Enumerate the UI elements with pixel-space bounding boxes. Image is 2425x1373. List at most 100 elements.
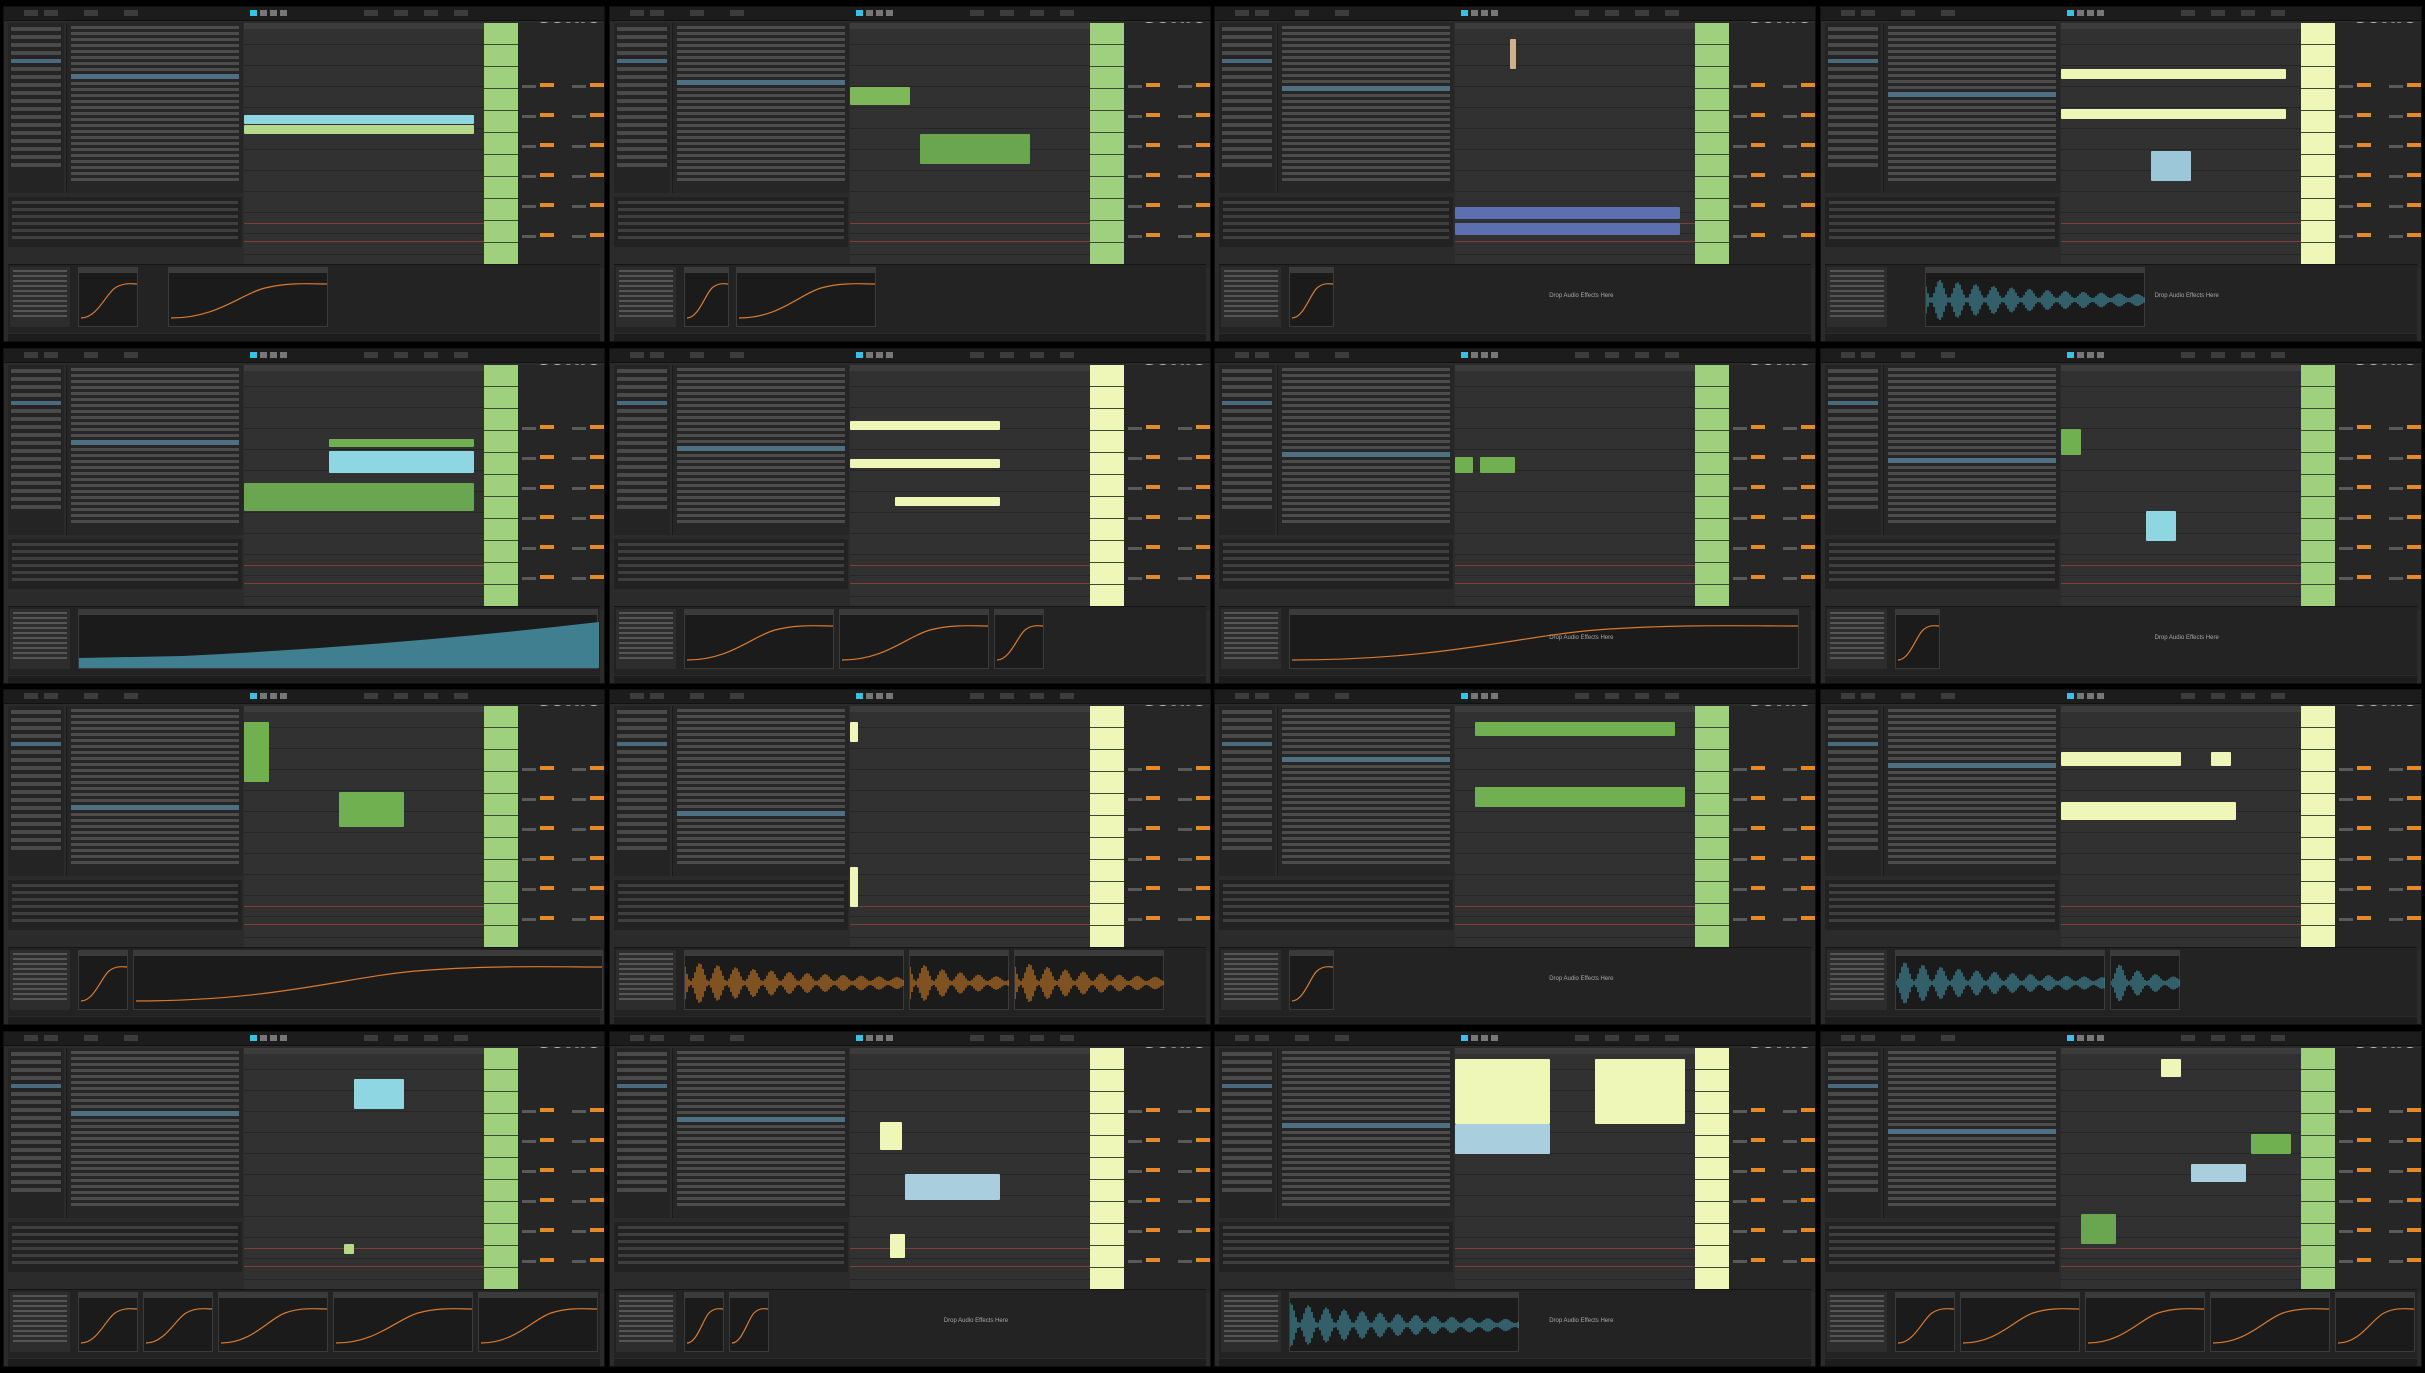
- play-button[interactable]: [250, 9, 258, 16]
- transport-controls[interactable]: [250, 693, 288, 700]
- pan-field[interactable]: [572, 84, 587, 88]
- places-item[interactable]: [1827, 42, 1878, 47]
- browser-places[interactable]: [1824, 1048, 1881, 1219]
- browser-item[interactable]: [676, 507, 845, 511]
- browser-item[interactable]: [1887, 73, 2056, 77]
- volume-field[interactable]: [590, 454, 605, 459]
- browser-item[interactable]: [71, 775, 240, 779]
- browser-item[interactable]: [71, 813, 240, 817]
- device-panel[interactable]: [1289, 950, 1335, 1011]
- browser-item[interactable]: [1282, 141, 1451, 145]
- browser-places[interactable]: [1219, 364, 1276, 535]
- places-item[interactable]: [616, 424, 667, 429]
- pan-field[interactable]: [522, 1170, 537, 1174]
- browser-item[interactable]: [676, 445, 845, 451]
- places-item[interactable]: [1827, 392, 1878, 397]
- toolbar-button[interactable]: [364, 693, 379, 700]
- places-item[interactable]: [1222, 448, 1273, 453]
- browser-item[interactable]: [1887, 111, 2056, 115]
- browser-item[interactable]: [1282, 427, 1451, 431]
- browser-item[interactable]: [1282, 1137, 1451, 1141]
- browser-item[interactable]: [1282, 1063, 1451, 1067]
- browser-item[interactable]: [1887, 709, 2056, 713]
- volume-field[interactable]: [1195, 1228, 1210, 1233]
- browser-places[interactable]: [613, 706, 670, 877]
- play-button[interactable]: [1461, 693, 1469, 700]
- pan-field[interactable]: [1177, 798, 1192, 802]
- volume-field[interactable]: [1801, 1258, 1816, 1263]
- track-headers[interactable]: [1695, 364, 1730, 610]
- pan-field[interactable]: [1127, 798, 1142, 802]
- toolbar-button[interactable]: [1860, 693, 1875, 700]
- browser-item[interactable]: [676, 1155, 845, 1159]
- clip[interactable]: [849, 458, 1000, 468]
- places-item[interactable]: [11, 34, 62, 39]
- pan-field[interactable]: [1733, 798, 1748, 802]
- browser-item[interactable]: [676, 397, 845, 401]
- toolbar-button[interactable]: [124, 9, 139, 16]
- toolbar-button[interactable]: [649, 1035, 664, 1042]
- pan-field[interactable]: [1783, 828, 1798, 832]
- arrangement-view[interactable]: [1455, 1048, 1696, 1294]
- toolbar-button[interactable]: [629, 693, 644, 700]
- record-button[interactable]: [1481, 693, 1489, 700]
- places-item[interactable]: [1222, 758, 1273, 763]
- record-button[interactable]: [875, 9, 883, 16]
- browser-item[interactable]: [676, 793, 845, 797]
- browser-item[interactable]: [1887, 409, 2056, 413]
- volume-field[interactable]: [1195, 916, 1210, 921]
- clip[interactable]: [344, 1244, 355, 1255]
- volume-field[interactable]: [1751, 454, 1766, 459]
- places-item[interactable]: [11, 1172, 62, 1177]
- places-item[interactable]: [616, 742, 667, 747]
- pan-field[interactable]: [2388, 426, 2403, 430]
- pan-field[interactable]: [522, 114, 537, 118]
- places-item[interactable]: [1222, 384, 1273, 389]
- browser-item[interactable]: [1887, 1117, 2056, 1121]
- pan-field[interactable]: [1177, 234, 1192, 238]
- volume-field[interactable]: [2356, 424, 2371, 429]
- pan-field[interactable]: [1177, 1200, 1192, 1204]
- toolbar-button[interactable]: [454, 693, 469, 700]
- places-item[interactable]: [1222, 472, 1273, 477]
- browser-item[interactable]: [1282, 49, 1451, 53]
- browser-item[interactable]: [1887, 837, 2056, 841]
- browser-item[interactable]: [1887, 1197, 2056, 1201]
- volume-field[interactable]: [2406, 1198, 2421, 1203]
- volume-field[interactable]: [1145, 886, 1160, 891]
- volume-field[interactable]: [1751, 172, 1766, 177]
- places-item[interactable]: [1222, 408, 1273, 413]
- volume-field[interactable]: [2356, 232, 2371, 237]
- browser-item[interactable]: [676, 439, 845, 443]
- volume-field[interactable]: [1801, 796, 1816, 801]
- places-item[interactable]: [1222, 1092, 1273, 1097]
- places-item[interactable]: [1827, 130, 1878, 135]
- browser-item[interactable]: [71, 733, 240, 737]
- browser-item[interactable]: [1887, 159, 2056, 163]
- clip[interactable]: [2060, 752, 2181, 767]
- toolbar-button[interactable]: [2180, 9, 2195, 16]
- browser-item[interactable]: [1887, 739, 2056, 743]
- browser-item[interactable]: [1282, 715, 1451, 719]
- browser-item[interactable]: [71, 177, 240, 181]
- pan-field[interactable]: [522, 546, 537, 550]
- places-item[interactable]: [616, 806, 667, 811]
- track-mixer[interactable]: [2334, 22, 2421, 268]
- browser-item[interactable]: [1282, 31, 1451, 35]
- browser-item[interactable]: [676, 159, 845, 163]
- places-item[interactable]: [1827, 1084, 1878, 1089]
- places-item[interactable]: [616, 400, 667, 405]
- browser-item[interactable]: [71, 447, 240, 451]
- browser-item[interactable]: [676, 831, 845, 835]
- places-item[interactable]: [1222, 1108, 1273, 1113]
- browser-item[interactable]: [71, 495, 240, 499]
- browser-item[interactable]: [71, 1111, 240, 1117]
- browser-item[interactable]: [1282, 1131, 1451, 1135]
- places-item[interactable]: [11, 1060, 62, 1065]
- toolbar-button[interactable]: [999, 1035, 1014, 1042]
- browser-item[interactable]: [71, 1057, 240, 1061]
- pan-field[interactable]: [2338, 234, 2353, 238]
- toolbar-button[interactable]: [1940, 1035, 1955, 1042]
- volume-field[interactable]: [540, 826, 555, 831]
- volume-field[interactable]: [1801, 544, 1816, 549]
